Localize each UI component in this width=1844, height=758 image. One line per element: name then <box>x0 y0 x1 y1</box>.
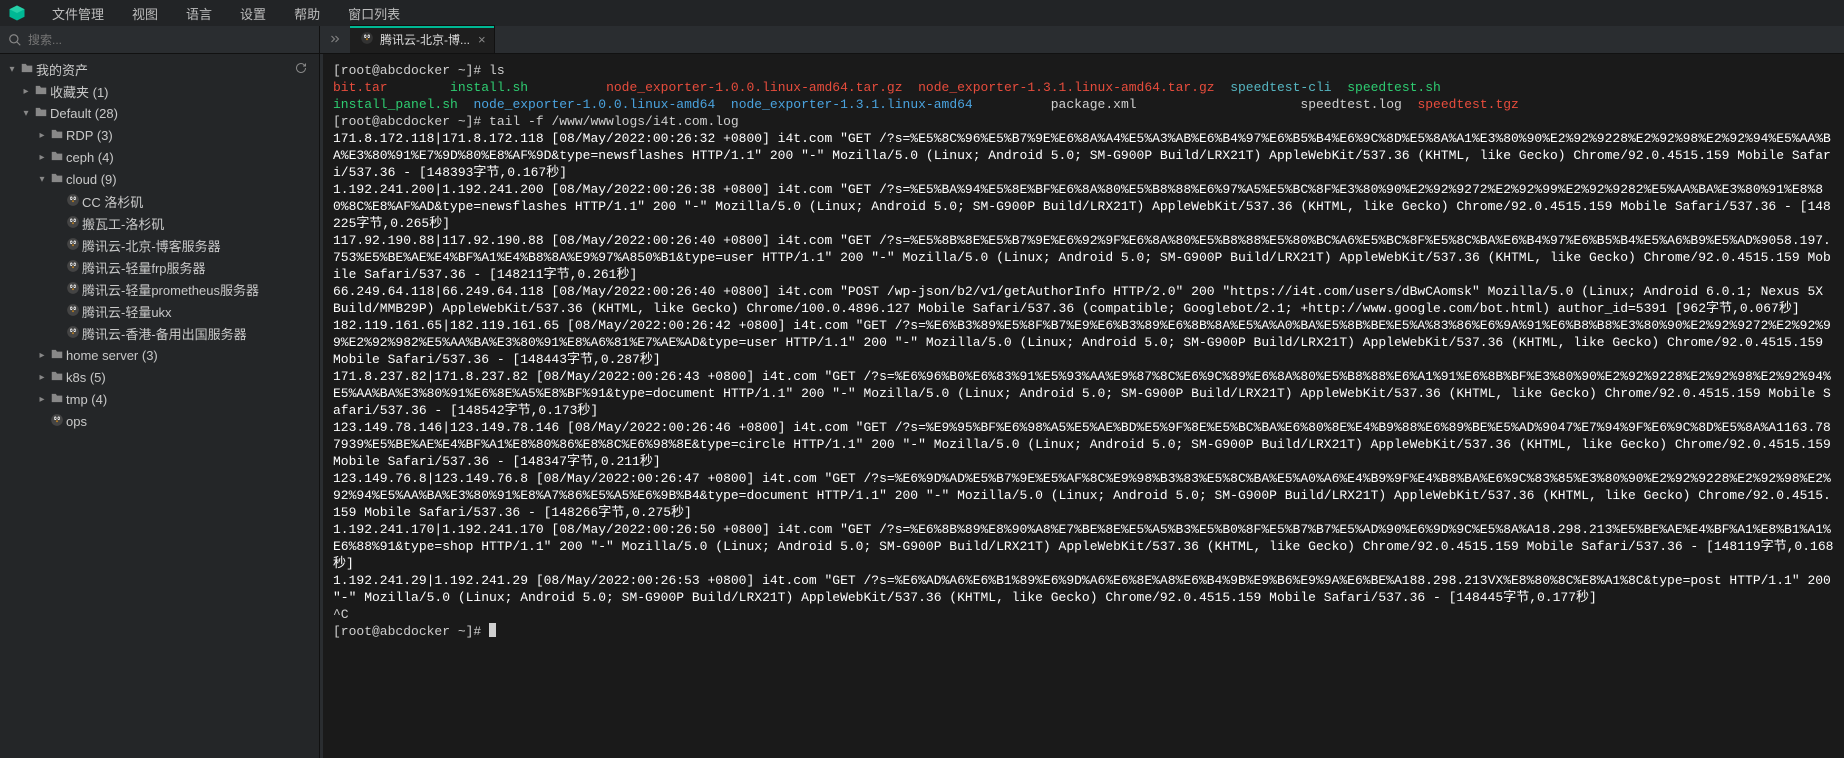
menu-settings[interactable]: 设置 <box>228 1 278 26</box>
tree-item-label: RDP (3) <box>66 128 113 143</box>
search-input[interactable] <box>28 33 311 47</box>
app-logo-icon <box>8 4 26 22</box>
tree-item[interactable]: ops <box>0 410 319 432</box>
tree-item[interactable]: 腾讯云-北京-博客服务器 <box>0 234 319 256</box>
linux-icon <box>64 193 82 210</box>
chevron-icon: ▸ <box>20 86 32 97</box>
tree-item[interactable]: ▸ ceph (4) <box>0 146 319 168</box>
chevron-icon: ▾ <box>36 174 48 185</box>
folder-icon <box>48 149 66 166</box>
terminal[interactable]: [root@abcdocker ~]# lsbit.tar install.sh… <box>323 54 1844 758</box>
tree-item-label: 搬瓦工-洛杉矶 <box>82 214 164 233</box>
tree-item[interactable]: 腾讯云-香港-备用出国服务器 <box>0 322 319 344</box>
menu-language[interactable]: 语言 <box>174 1 224 26</box>
tree-item[interactable]: 腾讯云-轻量prometheus服务器 <box>0 278 319 300</box>
search-icon <box>8 33 22 47</box>
linux-icon <box>64 325 82 342</box>
tree-item-label: 腾讯云-轻量frp服务器 <box>82 258 206 277</box>
chevron-icon: ▸ <box>36 372 48 383</box>
folder-icon <box>48 127 66 144</box>
linux-icon <box>360 31 374 48</box>
tree-item[interactable]: CC 洛杉矶 <box>0 190 319 212</box>
chevron-right-icon <box>329 33 341 45</box>
folder-icon <box>32 105 50 122</box>
folder-icon <box>48 391 66 408</box>
chevron-icon: ▸ <box>36 130 48 141</box>
tree-item[interactable]: ▸ tmp (4) <box>0 388 319 410</box>
menu-help[interactable]: 帮助 <box>282 1 332 26</box>
tree-item-label: ceph (4) <box>66 150 114 165</box>
folder-icon <box>32 83 50 100</box>
tree-item-label: k8s (5) <box>66 370 106 385</box>
tree-item-label: home server (3) <box>66 348 158 363</box>
terminal-cursor <box>489 623 496 637</box>
tree-item-label: 腾讯云-香港-备用出国服务器 <box>82 324 247 343</box>
toggle-sidebar-button[interactable] <box>320 25 350 53</box>
tree-item[interactable]: ▾ cloud (9) <box>0 168 319 190</box>
chevron-icon: ▾ <box>20 108 32 119</box>
tree-item-label: 腾讯云-轻量prometheus服务器 <box>82 280 259 299</box>
tree-item-label: 腾讯云-轻量ukx <box>82 302 172 321</box>
tree-item[interactable]: ▸ home server (3) <box>0 344 319 366</box>
sidebar-tree: ▾我的资产▸收藏夹 (1)▾Default (28)▸RDP (3)▸ceph … <box>0 54 320 758</box>
folder-icon <box>48 171 66 188</box>
tab-bar: 腾讯云-北京-博... × <box>320 26 1844 53</box>
tree-item[interactable]: ▾ 我的资产 <box>0 58 319 80</box>
chevron-icon: ▸ <box>36 152 48 163</box>
tree-item[interactable]: ▸ RDP (3) <box>0 124 319 146</box>
tree-item-label: ops <box>66 414 87 429</box>
tree-item[interactable]: 腾讯云-轻量frp服务器 <box>0 256 319 278</box>
chevron-icon: ▸ <box>36 350 48 361</box>
tab-label: 腾讯云-北京-博... <box>380 31 470 48</box>
linux-icon <box>64 215 82 232</box>
folder-icon <box>48 369 66 386</box>
tree-item-label: CC 洛杉矶 <box>82 192 143 211</box>
tree-item-label: Default (28) <box>50 106 118 121</box>
linux-icon <box>64 259 82 276</box>
linux-icon <box>64 281 82 298</box>
refresh-button[interactable] <box>295 62 311 77</box>
linux-icon <box>64 303 82 320</box>
tree-item-label: 腾讯云-北京-博客服务器 <box>82 236 221 255</box>
menu-file[interactable]: 文件管理 <box>40 1 116 26</box>
linux-icon <box>64 237 82 254</box>
tree-item[interactable]: ▾ Default (28) <box>0 102 319 124</box>
chevron-icon: ▸ <box>36 394 48 405</box>
tree-item-label: cloud (9) <box>66 172 117 187</box>
tree-item[interactable]: 搬瓦工-洛杉矶 <box>0 212 319 234</box>
menu-windows[interactable]: 窗口列表 <box>336 1 412 26</box>
session-tab[interactable]: 腾讯云-北京-博... × <box>350 25 495 53</box>
menubar: 文件管理 视图 语言 设置 帮助 窗口列表 <box>0 0 1844 26</box>
menu-view[interactable]: 视图 <box>120 1 170 26</box>
tree-item-label: 收藏夹 (1) <box>50 82 109 101</box>
folder-icon <box>48 347 66 364</box>
toolbar: 腾讯云-北京-博... × <box>0 26 1844 54</box>
folder-icon <box>18 61 36 78</box>
tree-item-label: tmp (4) <box>66 392 107 407</box>
tab-close-button[interactable]: × <box>476 32 488 47</box>
linux-icon <box>48 413 66 430</box>
tree-item[interactable]: 腾讯云-轻量ukx <box>0 300 319 322</box>
search-box <box>0 26 320 53</box>
tree-item[interactable]: ▸ k8s (5) <box>0 366 319 388</box>
tree-item[interactable]: ▸ 收藏夹 (1) <box>0 80 319 102</box>
chevron-icon: ▾ <box>6 64 18 75</box>
tree-item-label: 我的资产 <box>36 60 88 79</box>
